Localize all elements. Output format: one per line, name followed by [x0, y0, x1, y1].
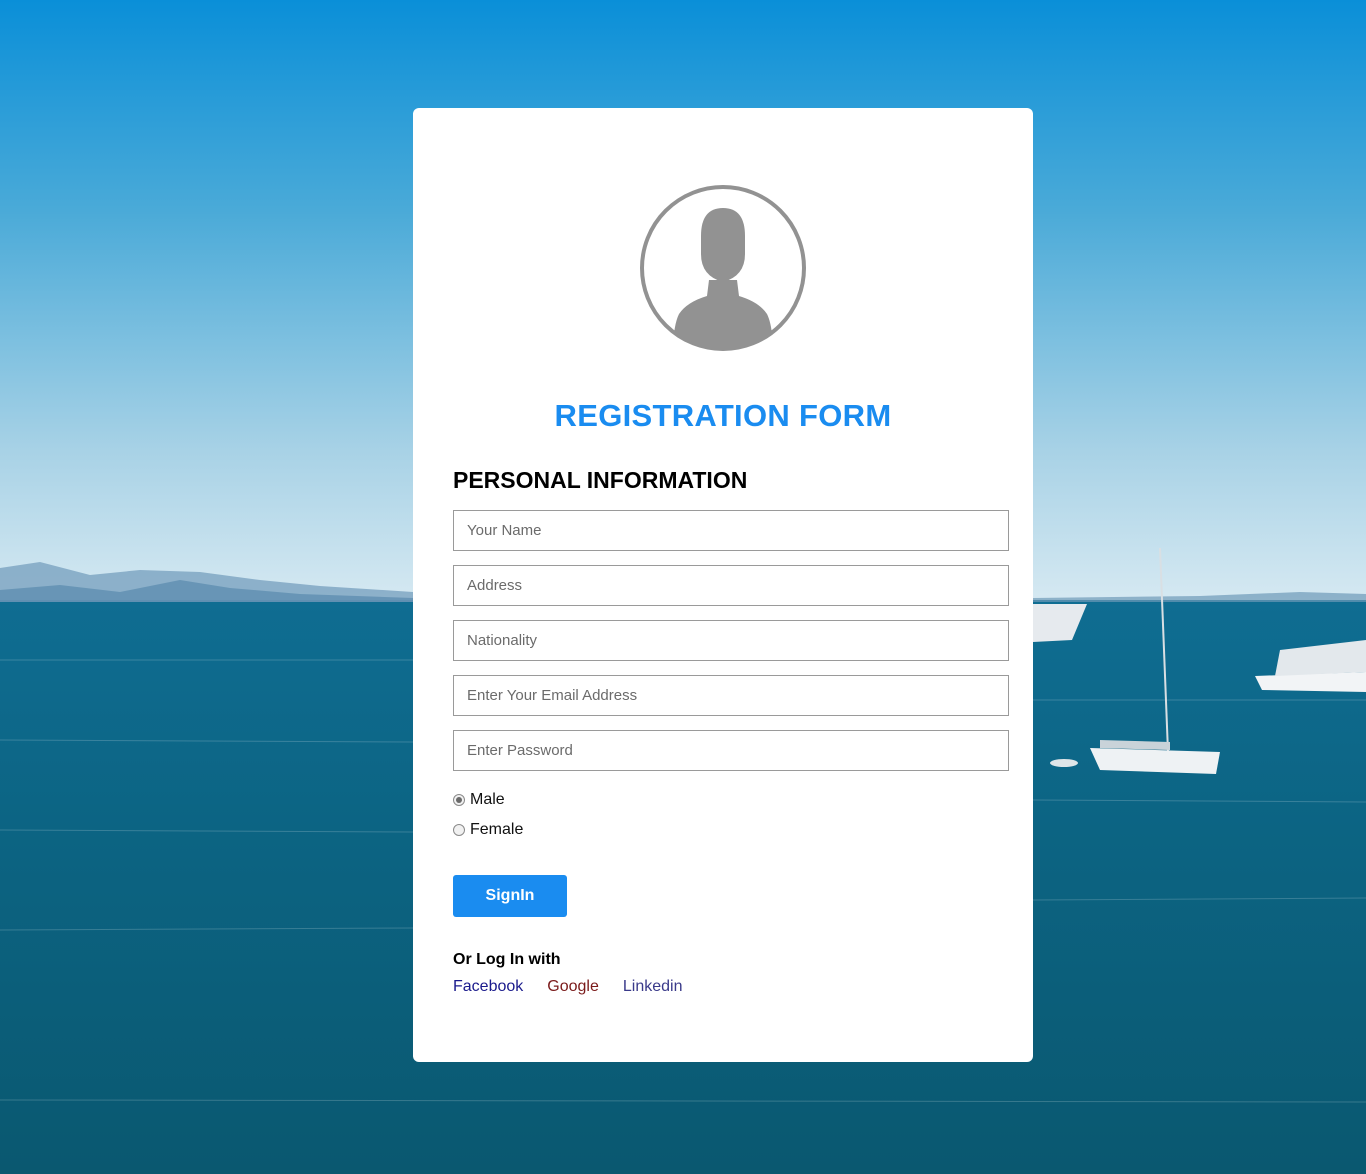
nationality-input[interactable] [453, 620, 1009, 661]
form-title: REGISTRATION FORM [554, 398, 892, 433]
female-radio[interactable] [453, 824, 465, 836]
alt-login-label: Or Log In with [453, 951, 561, 968]
address-input[interactable] [453, 565, 1009, 606]
email-input[interactable] [453, 675, 1009, 716]
linkedin-link[interactable]: Linkedin [623, 978, 683, 996]
female-label: Female [470, 821, 524, 838]
social-links: Facebook Google Linkedin [453, 978, 682, 996]
gender-option-female[interactable]: Female [453, 821, 523, 839]
user-avatar-icon [639, 184, 807, 352]
google-link[interactable]: Google [547, 978, 599, 996]
facebook-link[interactable]: Facebook [453, 978, 523, 996]
male-radio[interactable] [453, 794, 465, 806]
signin-button[interactable]: SignIn [453, 875, 567, 917]
male-label: Male [470, 791, 505, 808]
password-input[interactable] [453, 730, 1009, 771]
section-title: PERSONAL INFORMATION [453, 467, 748, 493]
registration-card: REGISTRATION FORM PERSONAL INFORMATION M… [413, 108, 1033, 1062]
name-input[interactable] [453, 510, 1009, 551]
gender-option-male[interactable]: Male [453, 791, 505, 809]
